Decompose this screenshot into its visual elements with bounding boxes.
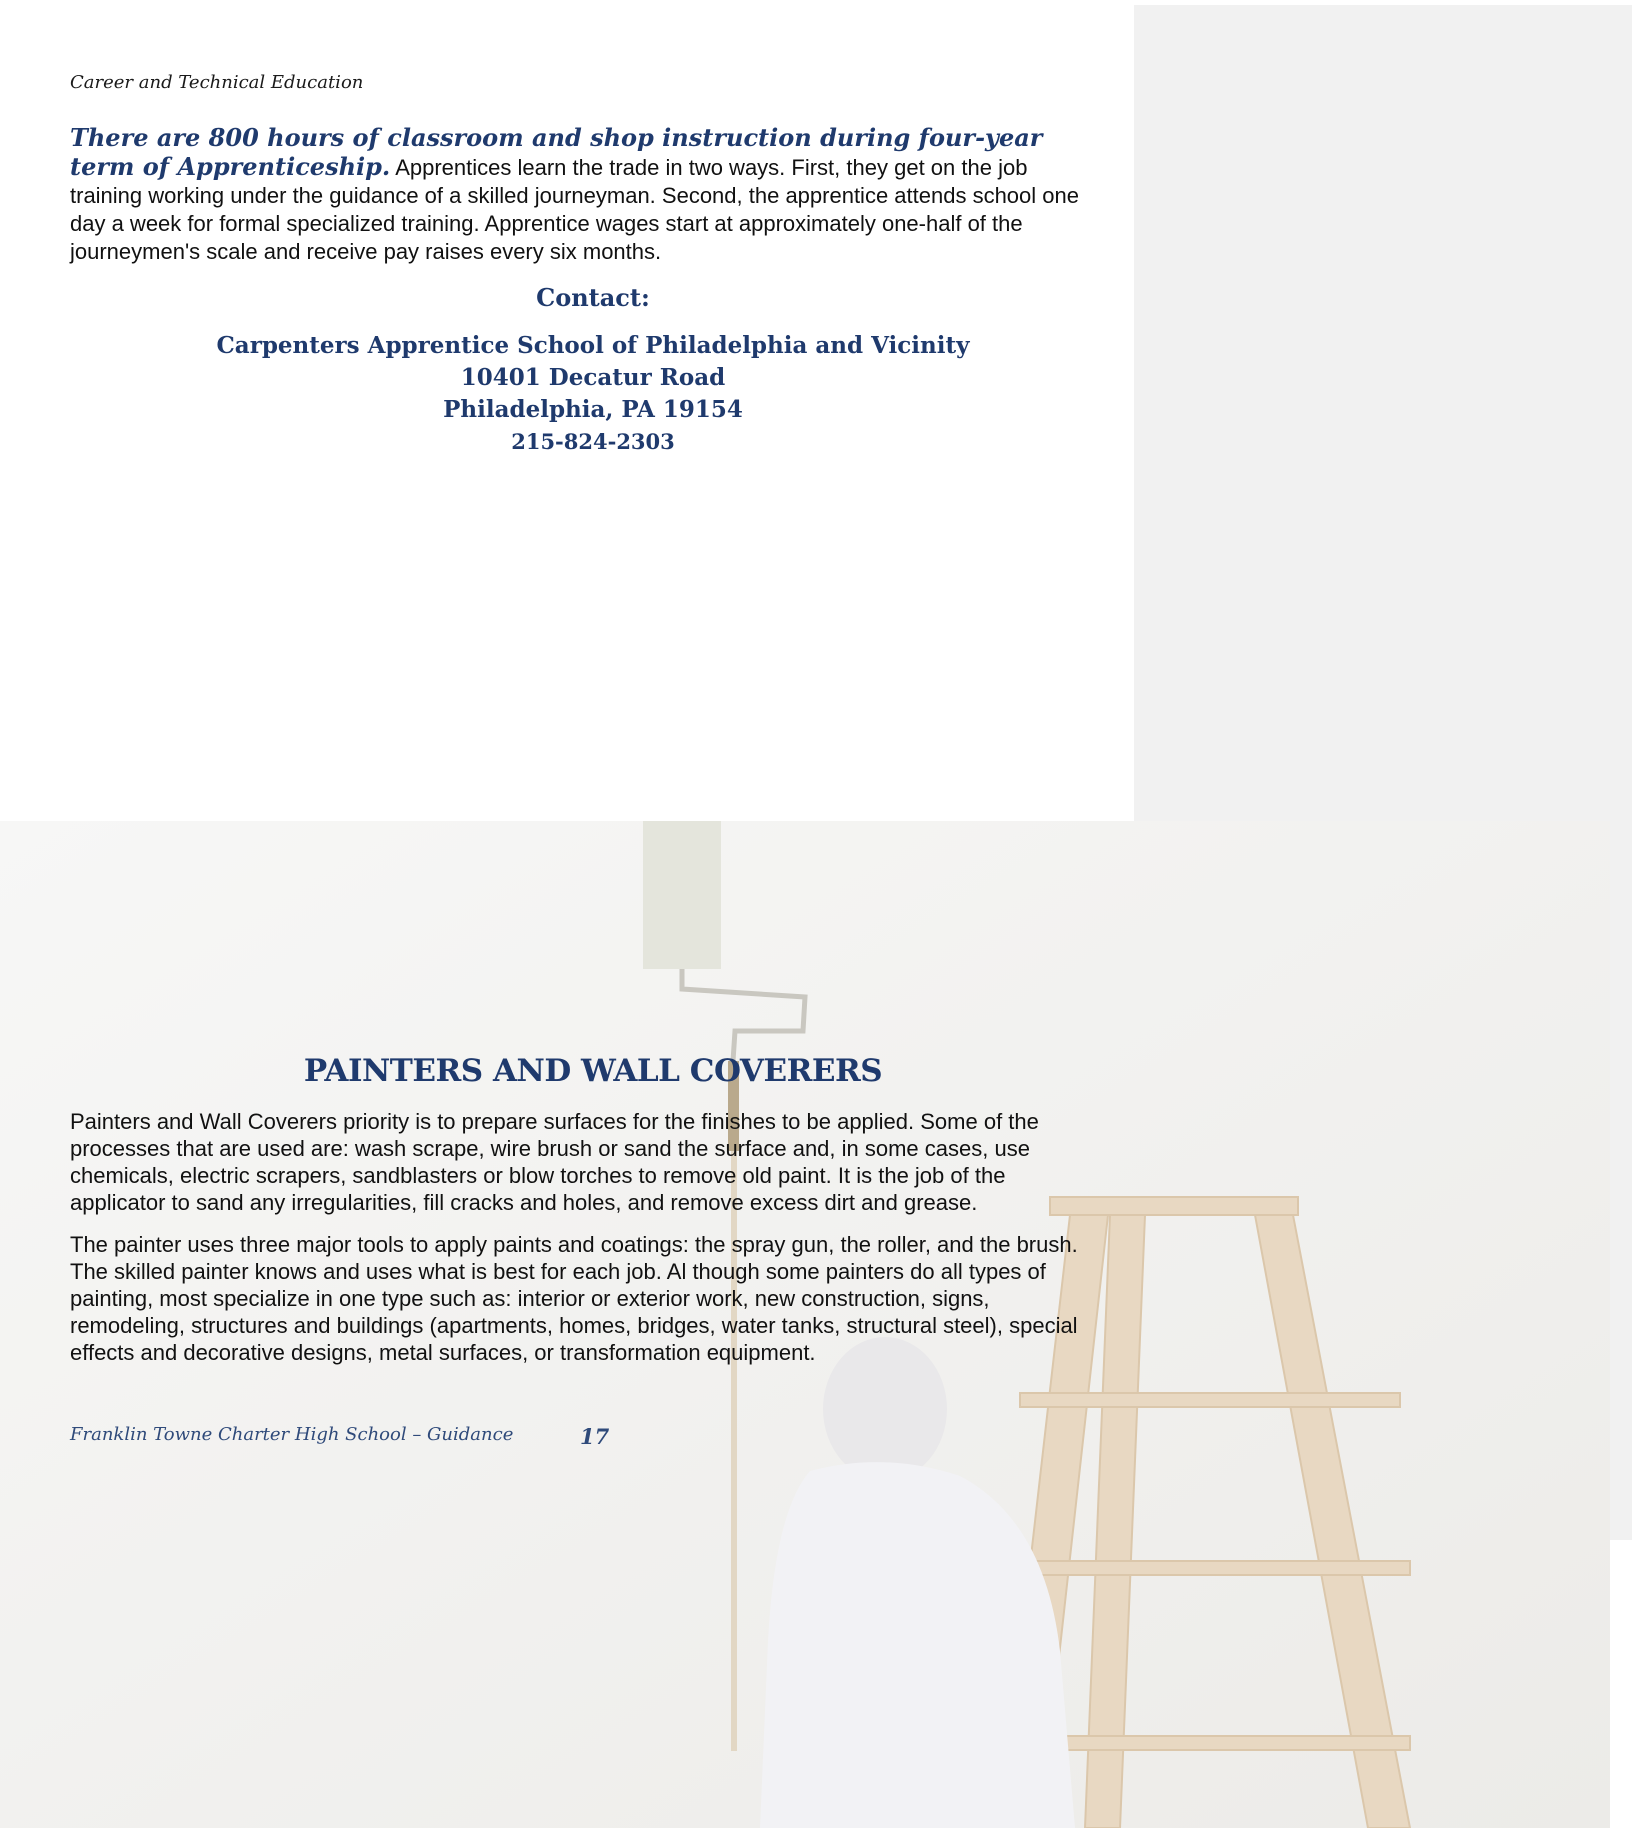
contact-street: 10401 Decatur Road: [460, 364, 726, 391]
page-number: 17: [580, 1424, 610, 1449]
section-title: PAINTERS AND WALL COVERERS: [303, 1053, 883, 1089]
painters-paragraph-1: Painters and Wall Coverers priority is t…: [70, 1109, 1039, 1215]
contact-name: Carpenters Apprentice School of Philadel…: [216, 332, 970, 359]
contact-heading: Contact:: [536, 283, 650, 312]
footer-school: Franklin Towne Charter High School – Gui…: [70, 1424, 514, 1445]
painters-paragraph-2: The painter uses three major tools to ap…: [70, 1232, 1078, 1365]
contact-city: Philadelphia, PA 19154: [443, 396, 743, 423]
painters-body: Painters and Wall Coverers priority is t…: [70, 1108, 1100, 1381]
contact-phone: 215-824-2303: [511, 429, 675, 454]
running-header: Career and Technical Education: [70, 72, 364, 93]
contact-block: Carpenters Apprentice School of Philadel…: [70, 330, 1116, 458]
apprenticeship-paragraph: There are 800 hours of classroom and sho…: [70, 124, 1100, 266]
